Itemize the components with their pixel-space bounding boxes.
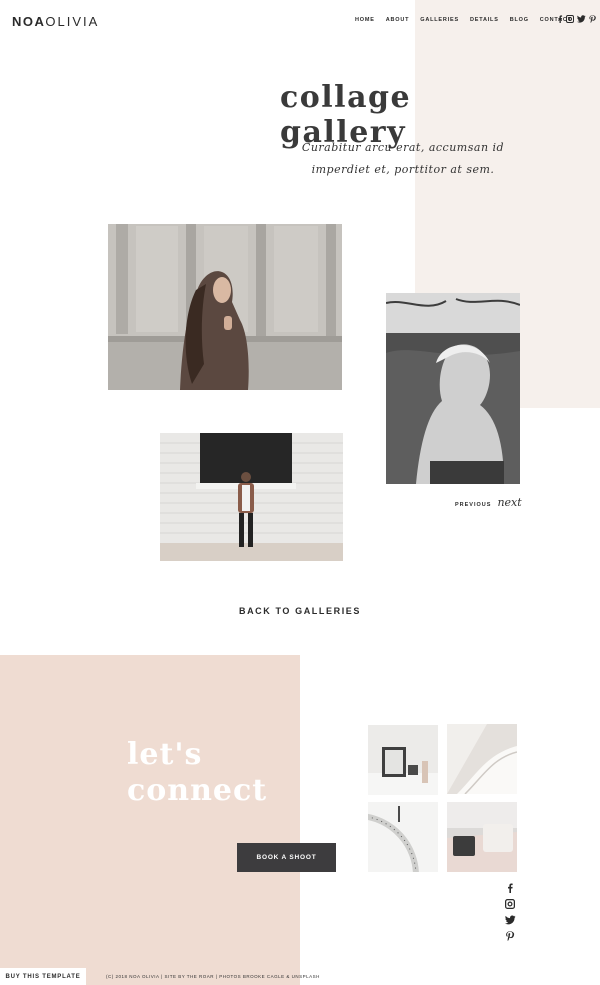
main-nav: HOME ABOUT GALLERIES DETAILS BLOG CONTAC… bbox=[355, 17, 572, 23]
twitter-icon[interactable] bbox=[577, 15, 586, 23]
footer-social-icons bbox=[505, 883, 516, 941]
connect-line-2: connect bbox=[127, 773, 268, 808]
connect-line-1: let's bbox=[127, 737, 203, 772]
pinterest-icon[interactable] bbox=[589, 15, 596, 23]
gallery-pager: PREVIOUS next bbox=[455, 496, 522, 509]
twitter-icon[interactable] bbox=[505, 915, 516, 925]
facebook-icon[interactable] bbox=[505, 883, 516, 893]
logo-part-2: OLIVIA bbox=[45, 14, 100, 29]
instagram-icon[interactable] bbox=[505, 899, 516, 909]
nav-details[interactable]: DETAILS bbox=[470, 17, 499, 23]
site-logo[interactable]: NOAOLIVIA bbox=[12, 14, 99, 29]
next-link[interactable]: next bbox=[497, 496, 521, 509]
instagram-photo-4[interactable] bbox=[447, 802, 517, 872]
book-a-shoot-button[interactable]: BOOK A SHOOT bbox=[237, 843, 336, 872]
instagram-photo-3[interactable] bbox=[368, 802, 438, 872]
gallery-photo-woman-profile[interactable] bbox=[108, 224, 342, 390]
facebook-icon[interactable] bbox=[557, 15, 563, 23]
nav-galleries[interactable]: GALLERIES bbox=[420, 17, 459, 23]
gallery-photo-woman-back-bw[interactable] bbox=[386, 293, 520, 484]
instagram-photo-2[interactable] bbox=[447, 724, 517, 794]
page-subtitle: Curabitur arcu erat, accumsan id imperdi… bbox=[301, 141, 505, 176]
instagram-icon[interactable] bbox=[566, 15, 574, 23]
connect-heading: let's connect bbox=[127, 737, 267, 809]
pink-background-block bbox=[0, 655, 300, 985]
header-social-icons bbox=[557, 15, 596, 23]
pinterest-icon[interactable] bbox=[505, 931, 516, 941]
instagram-photo-1[interactable] bbox=[368, 725, 438, 795]
nav-blog[interactable]: BLOG bbox=[510, 17, 529, 23]
logo-part-1: NOA bbox=[12, 14, 46, 29]
footer-credits: (C) 2018 NOA OLIVIA | SITE BY THE ROAR |… bbox=[106, 974, 320, 979]
previous-link[interactable]: PREVIOUS bbox=[455, 502, 491, 508]
nav-home[interactable]: HOME bbox=[355, 17, 375, 23]
buy-template-button[interactable]: BUY THIS TEMPLATE bbox=[0, 968, 86, 985]
nav-about[interactable]: ABOUT bbox=[386, 17, 410, 23]
back-to-galleries-link[interactable]: BACK TO GALLERIES bbox=[0, 606, 600, 616]
gallery-photo-man-brick-wall[interactable] bbox=[160, 433, 343, 561]
